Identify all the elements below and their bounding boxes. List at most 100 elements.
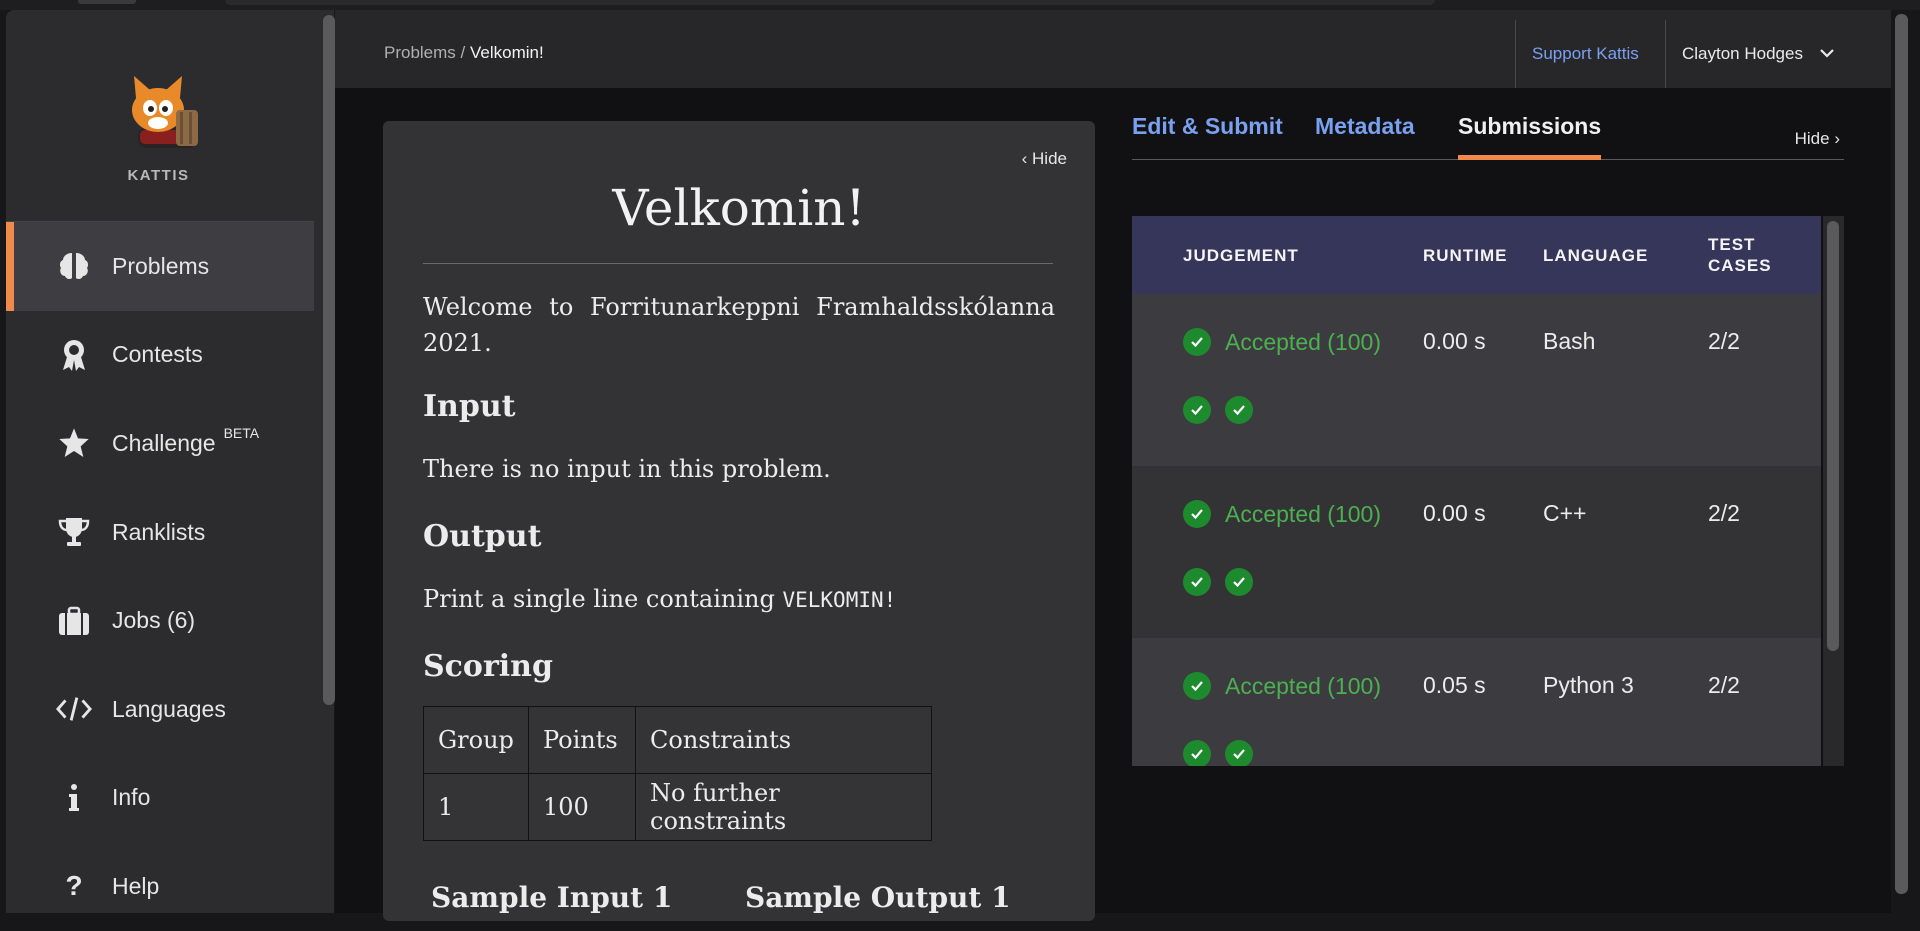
table-cell: 1	[423, 773, 529, 841]
table-header-row: Group Points Constraints	[423, 706, 932, 774]
tab-edit-submit[interactable]: Edit & Submit	[1132, 113, 1283, 160]
sidebar-nav: Problems Contests Challenge BETA Ranklis…	[6, 222, 314, 931]
code-icon	[56, 691, 92, 727]
sidebar-item-label: Problems	[112, 252, 210, 279]
check-circle-icon[interactable]	[1225, 396, 1253, 424]
support-link-label: Support Kattis	[1532, 44, 1639, 63]
table-row[interactable]: Accepted (100) 0.05 s Python 3 2/2	[1132, 638, 1821, 766]
award-icon	[56, 337, 92, 373]
sample-output-heading: Sample Output 1	[745, 881, 1011, 914]
sidebar-item-ranklists[interactable]: Ranklists	[6, 488, 314, 577]
input-text: There is no input in this problem.	[423, 455, 831, 483]
test-results	[1183, 740, 1253, 766]
sidebar-item-languages[interactable]: Languages	[6, 665, 314, 754]
sidebar-item-jobs[interactable]: Jobs (6)	[6, 576, 314, 665]
main-content: ‹ Hide Velkomin! Welcome to Forritunarke…	[335, 88, 1891, 921]
table-row[interactable]: Accepted (100) 0.00 s C++ 2/2	[1132, 466, 1821, 638]
sidebar: KATTIS Problems Contests Challenge BETA	[6, 10, 335, 913]
question-icon: ?	[65, 870, 83, 902]
briefcase-icon	[56, 603, 92, 639]
runtime-cell: 0.00 s	[1423, 328, 1486, 354]
sidebar-item-info[interactable]: Info	[6, 754, 314, 843]
sidebar-item-label: Languages	[112, 695, 226, 722]
output-heading: Output	[423, 519, 542, 554]
test-cases-cell: 2/2	[1708, 672, 1740, 698]
judgement-cell: Accepted (100)	[1183, 672, 1381, 700]
language-cell: C++	[1543, 500, 1587, 526]
sidebar-item-label: Challenge	[112, 429, 216, 456]
check-circle-icon	[1183, 500, 1211, 528]
topbar: Problems / Velkomin! Support Kattis Clay…	[335, 10, 1891, 88]
hide-label: Hide	[1794, 129, 1830, 148]
sidebar-item-challenge[interactable]: Challenge BETA	[6, 399, 314, 488]
sidebar-item-contests[interactable]: Contests	[6, 311, 314, 400]
user-menu[interactable]: Clayton Hodges	[1665, 20, 1851, 88]
sample-input-heading: Sample Input 1	[431, 881, 673, 914]
sidebar-item-label: Ranklists	[112, 518, 206, 545]
table-cell: No further constraints	[635, 773, 932, 841]
logo-text: KATTIS	[127, 167, 190, 184]
check-circle-icon[interactable]	[1225, 568, 1253, 596]
chevron-down-icon	[1819, 45, 1835, 63]
table-cell: 100	[528, 773, 636, 841]
window-scrollbar[interactable]	[1895, 14, 1908, 894]
browser-top-edge	[0, 0, 1920, 10]
output-text-body: Print a single line containing	[423, 585, 783, 613]
runtime-cell: 0.05 s	[1423, 672, 1486, 698]
user-name: Clayton Hodges	[1682, 44, 1803, 63]
judgement-text: Accepted (100)	[1225, 500, 1381, 527]
breadcrumb-current: Velkomin!	[469, 43, 544, 62]
hide-panel-button[interactable]: Hide ›	[1795, 129, 1840, 149]
sidebar-item-label: Help	[112, 872, 160, 899]
support-kattis-link[interactable]: Support Kattis	[1515, 20, 1655, 88]
problem-intro: Welcome to Forritunarkeppni Framhaldsskó…	[423, 293, 1055, 357]
brain-icon	[56, 248, 92, 284]
kattis-logo[interactable]	[110, 70, 220, 150]
tab-bar: Edit & Submit Metadata Submissions Hide …	[1132, 113, 1844, 160]
tab-metadata[interactable]: Metadata	[1315, 113, 1415, 160]
language-cell: Python 3	[1543, 672, 1634, 698]
check-circle-icon[interactable]	[1183, 740, 1211, 766]
scoring-heading: Scoring	[423, 649, 553, 684]
sidebar-item-label: Jobs (6)	[112, 607, 196, 634]
table-row: 1 100 No further constraints	[423, 773, 932, 841]
problem-statement: ‹ Hide Velkomin! Welcome to Forritunarke…	[383, 121, 1095, 921]
sidebar-scrollbar[interactable]	[323, 15, 335, 705]
divider	[423, 263, 1053, 264]
column-header-runtime: RUNTIME	[1423, 245, 1508, 265]
column-header-judgement: JUDGEMENT	[1183, 245, 1299, 265]
output-text: Print a single line containing VELKOMIN!	[423, 581, 1055, 618]
scoring-table: Group Points Constraints 1 100 No furthe…	[423, 706, 932, 841]
judgement-text: Accepted (100)	[1225, 672, 1381, 699]
check-circle-icon[interactable]	[1183, 568, 1211, 596]
check-circle-icon[interactable]	[1225, 740, 1253, 766]
beta-badge: BETA	[223, 425, 260, 442]
table-header-cell: Points	[528, 706, 636, 774]
language-cell: Bash	[1543, 328, 1596, 354]
column-header-test-cases: TEST CASES	[1708, 216, 1772, 294]
submissions-table: JUDGEMENT RUNTIME LANGUAGE TEST CASES Ac…	[1132, 216, 1844, 766]
tab-submissions[interactable]: Submissions	[1458, 113, 1602, 160]
sidebar-item-help[interactable]: ? Help	[6, 842, 314, 931]
judgement-cell: Accepted (100)	[1183, 500, 1381, 528]
test-results	[1183, 568, 1253, 596]
column-header-text: CASES	[1708, 256, 1772, 275]
chevron-left-icon: ‹	[1021, 149, 1028, 168]
output-code: VELKOMIN!	[782, 588, 897, 612]
sidebar-item-label: Info	[112, 784, 151, 811]
breadcrumb-problems-link[interactable]: Problems	[384, 43, 456, 62]
sidebar-item-problems[interactable]: Problems	[6, 222, 314, 311]
problem-title: Velkomin!	[612, 179, 866, 237]
table-row[interactable]: Accepted (100) 0.00 s Bash 2/2	[1132, 294, 1821, 466]
column-header-text: TEST	[1708, 235, 1756, 254]
hide-label: Hide	[1032, 149, 1067, 168]
judgement-text: Accepted (100)	[1225, 328, 1381, 355]
hide-problem-button[interactable]: ‹ Hide	[1022, 149, 1067, 169]
check-circle-icon[interactable]	[1183, 396, 1211, 424]
test-results	[1183, 396, 1253, 424]
breadcrumb-separator: /	[455, 43, 470, 62]
submissions-scrollbar[interactable]	[1827, 221, 1839, 651]
breadcrumb: Problems / Velkomin!	[384, 43, 544, 63]
test-cases-cell: 2/2	[1708, 500, 1740, 526]
column-header-language: LANGUAGE	[1543, 245, 1649, 265]
